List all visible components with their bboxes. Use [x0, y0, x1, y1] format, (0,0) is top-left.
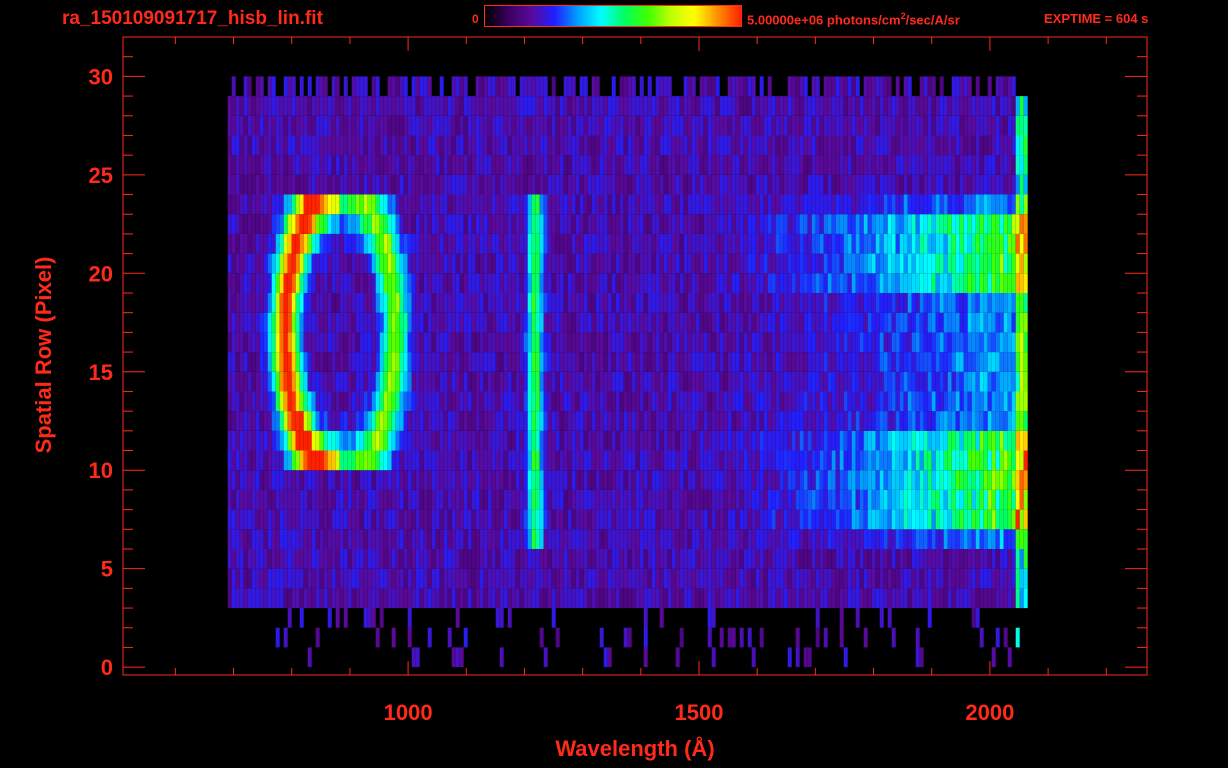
x-tick-label: 2000 [965, 700, 1014, 725]
plot-window: ra_150109091717_hisb_lin.fit 0 5.00000e+… [0, 0, 1228, 768]
x-axis-label: Wavelength (Å) [555, 736, 715, 761]
x-tick-label: 1000 [384, 700, 433, 725]
x-tick-label: 1500 [675, 700, 724, 725]
y-tick-label: 25 [89, 163, 113, 188]
spectrum-plot: 1000 1500 2000 0 5 10 15 20 25 30 [89, 36, 1148, 725]
y-tick-label: 20 [89, 261, 113, 286]
y-tick-label: 15 [89, 360, 113, 385]
y-tick-label: 5 [101, 557, 113, 582]
y-tick-label: 10 [89, 458, 113, 483]
y-tick-label: 0 [101, 655, 113, 680]
heatmap-image [227, 76, 1028, 668]
y-tick-label: 30 [89, 64, 113, 89]
y-axis-label: Spatial Row (Pixel) [31, 256, 56, 454]
